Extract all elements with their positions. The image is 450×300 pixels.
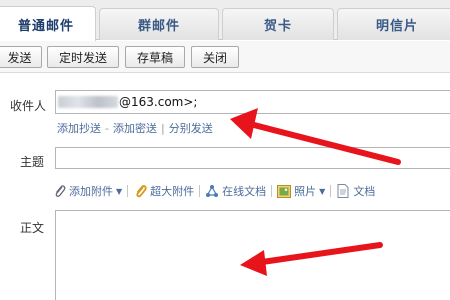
large-attachment-button[interactable]: 超大附件 [133,183,194,199]
compose-toolbar: 发送 定时发送 存草稿 关闭 [0,41,450,73]
paperclip-icon [52,184,66,198]
subject-label: 主题 [20,155,45,169]
add-bcc-link[interactable]: 添加密送 [113,120,157,136]
large-attachment-label: 超大附件 [150,185,195,198]
tab-normal-mail[interactable]: 普通邮件 [0,6,96,41]
share-nodes-icon [205,184,219,198]
link-separator: - [105,121,109,135]
document-icon [336,184,350,198]
add-cc-link[interactable]: 添加抄送 [57,120,101,136]
blurred-address [58,96,118,108]
subject-input[interactable] [55,147,450,169]
online-document-button[interactable]: 在线文档 [205,183,266,199]
recipient-options: 添加抄送 - 添加密送 | 分别发送 [57,120,213,136]
divider [271,185,273,197]
tab-group-mail[interactable]: 群邮件 [99,8,219,40]
to-label: 收件人 [10,99,47,113]
body-editor[interactable] [55,210,450,300]
tab-label: 贺卡 [263,19,292,34]
photo-label: 照片 [294,185,317,198]
link-separator: | [160,121,165,135]
close-button[interactable]: 关闭 [191,46,239,68]
to-recipient: @163.com>; [58,95,197,109]
chevron-down-icon[interactable]: ▼ [319,187,325,196]
to-recipient-text: @163.com>; [119,95,198,109]
save-draft-button[interactable]: 存草稿 [125,46,185,68]
body-label: 正文 [20,221,45,235]
photo-button[interactable]: 照片 [277,183,316,199]
online-document-label: 在线文档 [222,185,267,198]
add-attachment-label: 添加附件 [69,185,113,198]
scheduled-send-button[interactable]: 定时发送 [47,46,119,68]
separate-send-link[interactable]: 分别发送 [169,120,213,136]
divider [330,185,332,197]
tab-greeting-card[interactable]: 贺卡 [222,8,334,40]
tab-label: 普通邮件 [17,18,74,34]
document-button[interactable]: 文档 [336,183,375,199]
tab-label: 明信片 [375,19,418,34]
gold-paperclip-icon [133,184,147,198]
attachment-toolbar: 添加附件 ▼ 超大附件 在线文档 照片 ▼ 文档 [52,183,375,199]
divider [199,185,201,197]
tab-label: 群邮件 [137,19,180,34]
chevron-down-icon[interactable]: ▼ [116,187,122,196]
document-label: 文档 [353,185,376,198]
tab-postcard[interactable]: 明信片 [337,8,450,40]
photo-icon [277,184,292,198]
compose-type-tabbar: 普通邮件 群邮件 贺卡 明信片 [0,0,450,41]
divider [127,185,129,197]
send-button[interactable]: 发送 [0,46,42,68]
add-attachment-button[interactable]: 添加附件 [52,183,113,199]
